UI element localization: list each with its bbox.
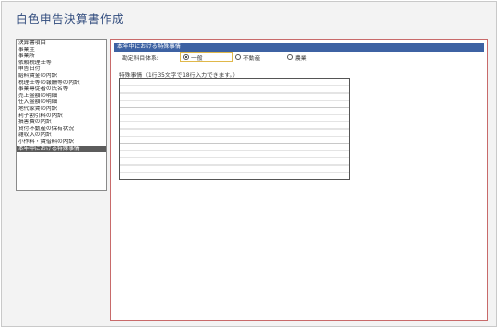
sidebar-item-selected[interactable]: 本年中における特殊事情 [17, 145, 106, 153]
sidebar-item[interactable]: 税理士等の報酬等の内訳 [17, 80, 106, 87]
sidebar-item-label: 売上金額の明細 [18, 92, 58, 99]
sidebar-item[interactable]: 給料賃金の内訳 [17, 73, 106, 80]
sidebar-item-label: 仕入金額の明細 [18, 99, 58, 106]
app-window: 白色申告決算書作成 決算書項目 事業主 事業所 依頼税理士等 申告日付 給料賃金… [1, 1, 497, 327]
sidebar-item[interactable]: 小作料・賃借料の内訳 [17, 139, 106, 146]
panel-header: 本年中における特殊事情 [114, 43, 484, 52]
sidebar-item-label: 事業専従者の氏名等 [18, 86, 69, 93]
category-radio-group: 一般 不動産 農業 [180, 52, 307, 62]
radio-label: 一般 [191, 55, 203, 62]
sidebar-item[interactable]: 申告日付 [17, 66, 106, 73]
sidebar-item-label: 貸付不動産の保有状況 [18, 125, 74, 132]
radio-label: 不動産 [243, 55, 261, 62]
radio-dot-icon [235, 54, 241, 60]
sidebar-item-label: 小作料・賃借料の内訳 [18, 138, 74, 145]
sidebar-item-label: 利子割引料の内訳 [18, 112, 63, 119]
sidebar-item-label: 申告日付 [18, 66, 41, 73]
radio-general[interactable]: 一般 [180, 52, 233, 62]
sidebar-item-label: 事業所 [18, 53, 35, 60]
sidebar-item[interactable]: 事業主 [17, 47, 106, 54]
sidebar-item-label: 決算書項目 [18, 40, 46, 46]
sidebar-item-label: 事業主 [18, 46, 35, 53]
sidebar-item[interactable]: 事業所 [17, 53, 106, 60]
sidebar-item-label: 税理士等の報酬等の内訳 [18, 79, 80, 86]
radio-dot-icon [183, 54, 189, 60]
sidebar-item[interactable]: 貸付不動産の保有状況 [17, 126, 106, 133]
sidebar-item-label: 依頼税理士等 [18, 59, 52, 66]
radio-label: 農業 [295, 55, 307, 62]
sidebar-item-label: 地代家賃の内訳 [18, 105, 58, 112]
sidebar-item[interactable]: 損害費の内訳 [17, 119, 106, 126]
sidebar-item[interactable]: 決算書項目 [17, 40, 106, 47]
radio-agriculture[interactable]: 農業 [287, 53, 307, 62]
app-title: 白色申告決算書作成 [16, 12, 124, 26]
sidebar-item-label: 損害費の内訳 [18, 119, 52, 126]
sidebar-list[interactable]: 決算書項目 事業主 事業所 依頼税理士等 申告日付 給料賃金の内訳 税理士等の報… [16, 39, 107, 191]
sidebar-item[interactable]: 仕入金額の明細 [17, 99, 106, 106]
sidebar-item-label: 本年中における特殊事情 [18, 145, 80, 152]
category-label: 勘定科目体系: [122, 56, 159, 62]
sidebar-item-label: 給料賃金の内訳 [18, 72, 58, 79]
sidebar-item[interactable]: 事業専従者の氏名等 [17, 86, 106, 93]
special-circumstances-textarea[interactable] [119, 78, 350, 180]
sidebar-item-label: 雑収入の内訳 [18, 132, 52, 139]
radio-dot-icon [287, 54, 293, 60]
sidebar-item[interactable]: 依頼税理士等 [17, 60, 106, 67]
sidebar-item[interactable]: 利子割引料の内訳 [17, 113, 106, 120]
radio-real-estate[interactable]: 不動産 [235, 53, 287, 62]
sidebar-item[interactable]: 地代家賃の内訳 [17, 106, 106, 113]
sidebar-item[interactable]: 売上金額の明細 [17, 93, 106, 100]
sidebar-item[interactable]: 雑収入の内訳 [17, 132, 106, 139]
